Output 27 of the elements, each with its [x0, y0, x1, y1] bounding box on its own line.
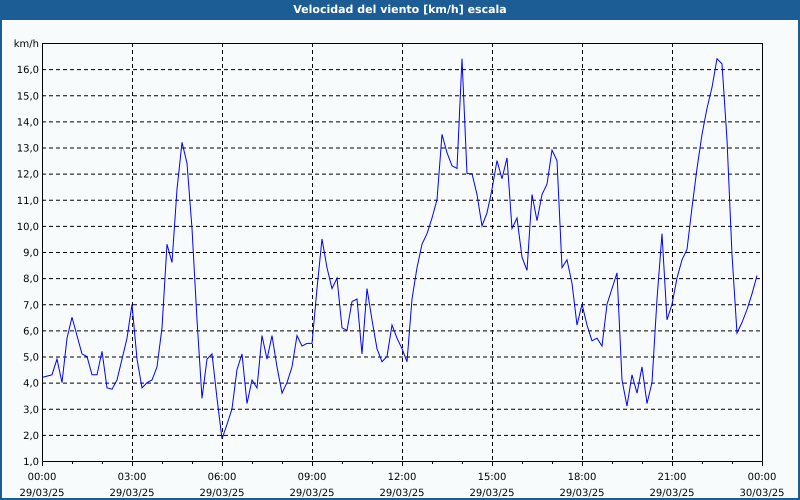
y-axis-label: 13,0 — [16, 144, 39, 154]
y-axis-label: 2,0 — [23, 430, 39, 442]
x-axis-label: 06:00 29/03/25 — [200, 472, 244, 498]
y-axis-label: 7,0 — [23, 300, 39, 312]
x-axis-label: 00:00 29/03/25 — [20, 472, 64, 498]
x-axis-label: 03:00 29/03/25 — [110, 472, 154, 498]
y-axis-label: 4,0 — [23, 378, 39, 390]
x-axis-label: 15:00 29/03/25 — [470, 472, 514, 498]
y-axis-label: 3,0 — [23, 404, 39, 416]
y-axis-unit: km/h — [14, 39, 39, 50]
x-axis-label: 09:00 29/03/25 — [290, 472, 334, 498]
y-axis-label: 14,0 — [16, 117, 39, 128]
x-axis-label: 12:00 29/03/25 — [380, 472, 424, 498]
x-axis-label: 00:00 30/03/25 — [740, 472, 784, 498]
y-axis-label: 10,0 — [16, 222, 39, 233]
y-axis-label: 8,0 — [23, 274, 39, 286]
y-axis-label: 6,0 — [23, 326, 39, 338]
y-axis-label: 12,0 — [16, 170, 39, 181]
y-axis-label: 9,0 — [23, 248, 39, 259]
y-axis-label: 15,0 — [16, 91, 39, 102]
x-axis-label: 18:00 29/03/25 — [560, 472, 604, 498]
y-axis-label: 16,0 — [16, 65, 39, 76]
window-title: Velocidad del viento [km/h] escala — [0, 0, 800, 20]
x-axis-label: 21:00 29/03/25 — [650, 472, 694, 498]
y-axis-label: 11,0 — [16, 196, 39, 207]
y-axis-label: 1,0 — [23, 457, 39, 468]
y-axis-label: 5,0 — [23, 352, 39, 364]
